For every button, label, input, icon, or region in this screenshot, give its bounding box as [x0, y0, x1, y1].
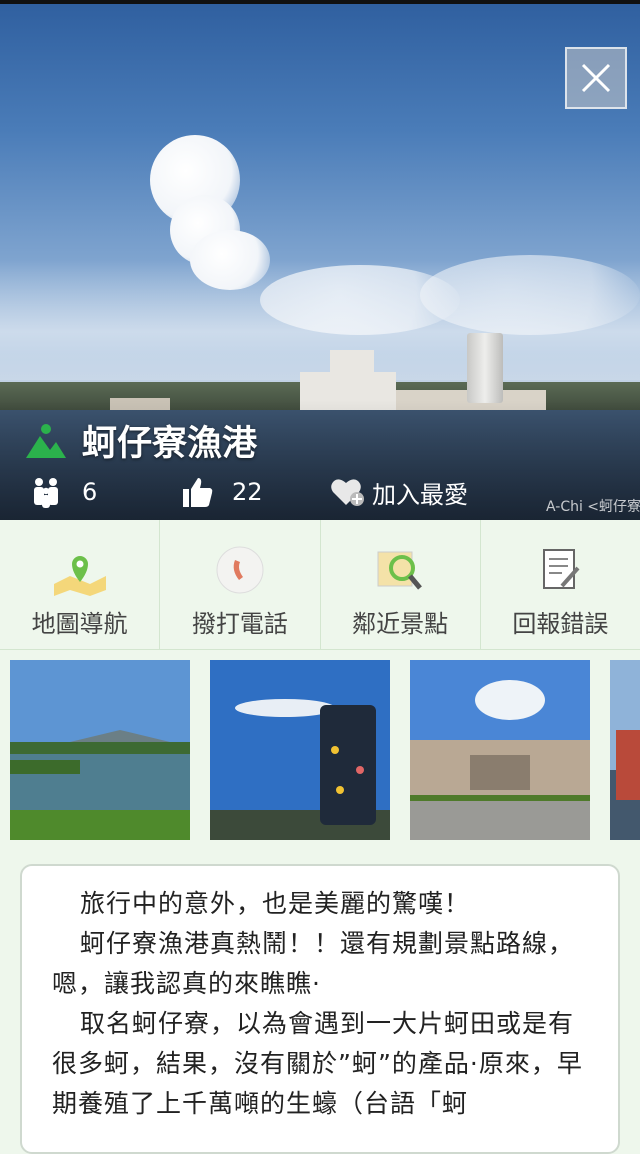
stats-row: 6 22 加入最愛 — [30, 472, 468, 512]
map-navigation-button[interactable]: 地圖導航 — [0, 520, 161, 649]
scenery-icon — [26, 424, 66, 458]
description-paragraph: 蚵仔寮漁港真熱鬧！！還有規劃景點路線，嗯，讓我認真的來瞧瞧· — [52, 929, 575, 998]
nearby-spots-label: 鄰近景點 — [352, 610, 449, 638]
gallery-photo[interactable] — [210, 660, 390, 840]
cloud — [420, 255, 640, 335]
like-count-value: 22 — [232, 478, 263, 506]
heart-plus-icon — [331, 479, 364, 506]
map-search-icon — [377, 551, 423, 590]
action-bar: 地圖導航 撥打電話 鄰近景點 回報錯誤 — [0, 520, 640, 650]
description-paragraph: 取名蚵仔寮，以為會遇到一大片蚵田或是有很多蚵，結果，沒有關於”蚵”的產品·原來，… — [52, 1009, 583, 1118]
description-card: 旅行中的意外，也是美麗的驚嘆！ 蚵仔寮漁港真熱鬧！！還有規劃景點路線，嗯，讓我認… — [20, 864, 620, 1154]
status-bar — [0, 0, 640, 4]
lighthouse-tower — [467, 333, 503, 403]
map-navigation-label: 地圖導航 — [31, 610, 128, 638]
gallery-photo[interactable] — [610, 660, 640, 840]
page-title: 蚵仔寮漁港 — [82, 423, 258, 464]
photo-gallery[interactable] — [0, 650, 640, 855]
visitor-count: 6 — [30, 475, 180, 509]
call-phone-button[interactable]: 撥打電話 — [160, 520, 321, 649]
harbor-building-top — [330, 350, 374, 376]
map-pin-icon — [53, 556, 106, 596]
thumbs-up-icon — [183, 478, 213, 507]
nearby-spots-button[interactable]: 鄰近景點 — [321, 520, 481, 649]
add-favorite-button[interactable]: 加入最愛 — [330, 475, 468, 510]
phone-icon — [216, 546, 264, 594]
title-row: 蚵仔寮漁港 — [26, 418, 257, 464]
close-icon — [581, 63, 611, 93]
gallery-photo[interactable] — [10, 660, 190, 840]
report-error-label: 回報錯誤 — [512, 610, 609, 638]
gallery-photo[interactable] — [410, 660, 590, 840]
report-error-button[interactable]: 回報錯誤 — [481, 520, 640, 649]
photo-credit: A-Chi <蚵仔寮 — [546, 499, 640, 515]
hero-photo: 蚵仔寮漁港 6 22 加入最愛 A-Chi <蚵仔寮 — [0, 0, 640, 520]
like-button[interactable]: 22 — [180, 475, 330, 509]
report-icon — [543, 549, 580, 589]
add-favorite-label: 加入最愛 — [372, 480, 468, 509]
close-button[interactable] — [565, 47, 627, 109]
description-paragraph: 旅行中的意外，也是美麗的驚嘆！ — [80, 889, 471, 918]
people-icon — [34, 478, 58, 508]
call-phone-label: 撥打電話 — [191, 610, 288, 638]
cloud — [190, 230, 270, 290]
visitor-count-value: 6 — [82, 478, 98, 506]
